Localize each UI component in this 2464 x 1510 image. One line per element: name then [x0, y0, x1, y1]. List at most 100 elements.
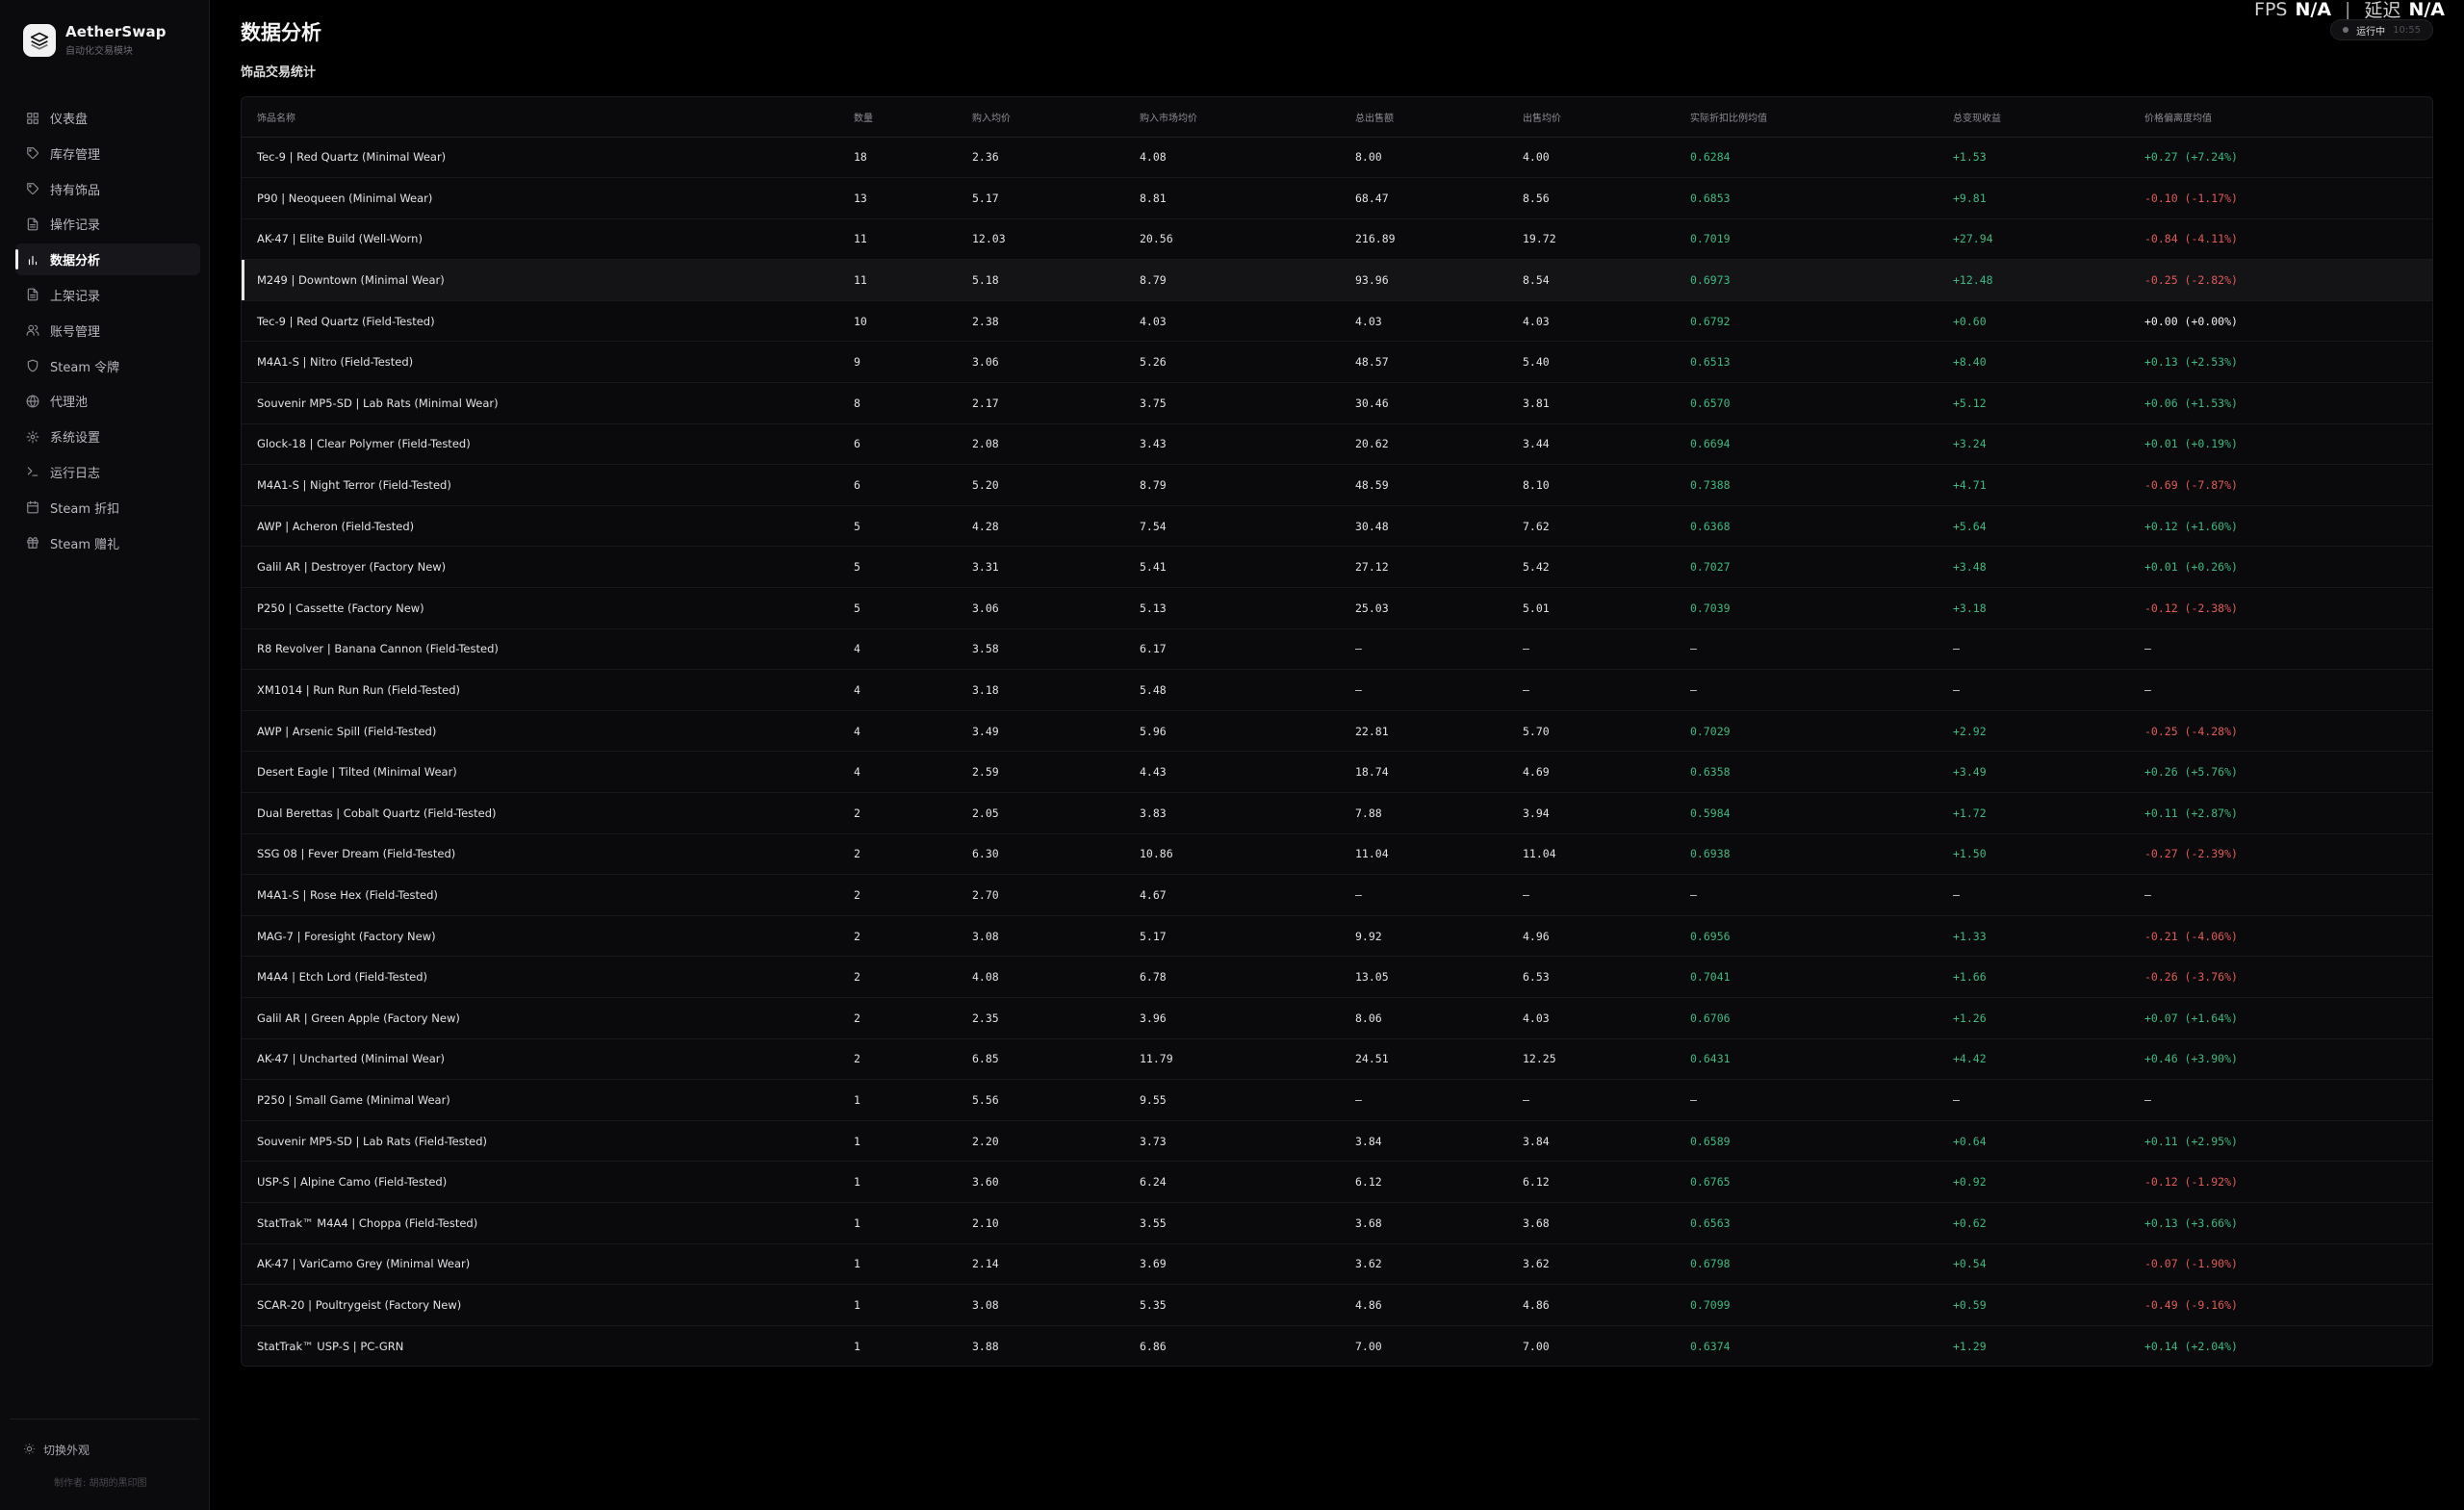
item-name-cell: Galil AR | Destroyer (Factory New): [242, 546, 854, 589]
sidebar-item-12[interactable]: Steam 赠礼: [15, 527, 200, 559]
table-row[interactable]: USP-S | Alpine Camo (Field-Tested) 1 3.60 6…: [242, 1161, 2432, 1203]
table-cell: 0.6563: [1690, 1202, 1953, 1244]
table-cell: +4.71: [1953, 464, 2144, 506]
table-cell: 2.70: [972, 874, 1140, 916]
table-cell: 0.7041: [1690, 956, 1953, 998]
table-cell: 8.81: [1140, 177, 1355, 219]
table-row[interactable]: StatTrak™ M4A4 | Choppa (Field-Tested) 1 2…: [242, 1202, 2432, 1244]
sidebar-item-2[interactable]: 持有饰品: [15, 173, 200, 205]
table-cell: 6.12: [1523, 1161, 1690, 1203]
sidebar-item-11[interactable]: Steam 折扣: [15, 492, 200, 524]
theme-toggle-button[interactable]: 切换外观: [23, 1442, 90, 1458]
table-row[interactable]: Galil AR | Destroyer (Factory New) 5 3.31 5…: [242, 546, 2432, 589]
brand[interactable]: AetherSwap 自动化交易模块: [23, 23, 167, 57]
sidebar-item-9[interactable]: 系统设置: [15, 421, 200, 452]
column-header[interactable]: 购入均价: [972, 97, 1140, 138]
table-cell: —: [1523, 874, 1690, 916]
table-row[interactable]: Souvenir MP5-SD | Lab Rats (Field-Tested…: [242, 1120, 2432, 1163]
table-row[interactable]: Tec-9 | Red Quartz (Minimal Wear) 18 2.36 4…: [242, 137, 2432, 179]
column-header[interactable]: 出售均价: [1523, 97, 1690, 138]
table-row[interactable]: AWP | Acheron (Field-Tested) 5 4.28 7.54 30.…: [242, 505, 2432, 548]
column-header[interactable]: 总出售额: [1355, 97, 1523, 138]
table-cell: 3.83: [1140, 792, 1355, 834]
column-header[interactable]: 价格偏离度均值: [2144, 97, 2432, 138]
sidebar-item-0[interactable]: 仪表盘: [15, 102, 200, 134]
sidebar-item-3[interactable]: 操作记录: [15, 208, 200, 240]
sidebar-item-8[interactable]: 代理池: [15, 385, 200, 417]
item-name-cell: StatTrak™ M4A4 | Choppa (Field-Tested): [242, 1202, 854, 1244]
sidebar-item-10[interactable]: 运行日志: [15, 456, 200, 488]
table-row[interactable]: M4A1-S | Night Terror (Field-Tested) 6 5.2…: [242, 464, 2432, 506]
column-header[interactable]: 实际折扣比例均值: [1690, 97, 1953, 138]
dashboard-icon: [25, 111, 40, 126]
stats-table-container[interactable]: 饰品名称 数量 购入均价 购入市场均价 总出售额 出售均价 实际折扣比例均值 总变现收益 价格偏…: [241, 96, 2433, 1367]
table-row[interactable]: M249 | Downtown (Minimal Wear) 11 5.18 8.79…: [242, 259, 2432, 301]
sidebar-item-label: 操作记录: [50, 218, 101, 234]
table-cell: 2: [854, 915, 972, 958]
table-row[interactable]: AK-47 | Uncharted (Minimal Wear) 2 6.85 11.…: [242, 1038, 2432, 1081]
table-row[interactable]: P250 | Small Game (Minimal Wear) 1 5.56 9.5…: [242, 1079, 2432, 1121]
tag-icon: [25, 181, 40, 196]
sidebar-item-7[interactable]: Steam 令牌: [15, 350, 200, 382]
column-header[interactable]: 饰品名称: [242, 97, 854, 138]
table-cell: 0.6938: [1690, 833, 1953, 876]
table-row[interactable]: SCAR-20 | Poultrygeist (Factory New) 1 3.0…: [242, 1284, 2432, 1326]
table-cell: +5.12: [1953, 382, 2144, 424]
table-row[interactable]: StatTrak™ USP-S | PC-GRN 1 3.88 6.86 7.00 7.0…: [242, 1325, 2432, 1366]
table-cell: 1: [854, 1079, 972, 1121]
table-cell: 48.57: [1355, 341, 1523, 384]
table-cell: 5.41: [1140, 546, 1355, 589]
sidebar-item-4[interactable]: 数据分析: [15, 243, 200, 276]
table-row[interactable]: Dual Berettas | Cobalt Quartz (Field-Tes…: [242, 792, 2432, 834]
table-row[interactable]: AK-47 | Elite Build (Well-Worn) 11 12.03 20…: [242, 218, 2432, 261]
table-cell: —: [2144, 669, 2432, 711]
table-cell: 4.03: [1523, 997, 1690, 1039]
sidebar-item-1[interactable]: 库存管理: [15, 138, 200, 169]
table-cell: 7.62: [1523, 505, 1690, 548]
table-row[interactable]: Souvenir MP5-SD | Lab Rats (Minimal Wear…: [242, 382, 2432, 424]
table-row[interactable]: AWP | Arsenic Spill (Field-Tested) 4 3.49 5…: [242, 710, 2432, 753]
table-row[interactable]: MAG-7 | Foresight (Factory New) 2 3.08 5.17…: [242, 915, 2432, 958]
column-header[interactable]: 数量: [854, 97, 972, 138]
table-cell: 6: [854, 464, 972, 506]
table-row[interactable]: R8 Revolver | Banana Cannon (Field-Teste…: [242, 628, 2432, 671]
sidebar-item-label: 运行日志: [50, 466, 101, 481]
column-header[interactable]: 购入市场均价: [1140, 97, 1355, 138]
table-row[interactable]: AK-47 | VariCamo Grey (Minimal Wear) 1 2.1…: [242, 1243, 2432, 1286]
table-row[interactable]: Desert Eagle | Tilted (Minimal Wear) 4 2.5…: [242, 751, 2432, 793]
layers-logo-icon: [23, 23, 56, 57]
table-cell: +0.12 (+1.60%): [2144, 505, 2432, 548]
table-row[interactable]: SSG 08 | Fever Dream (Field-Tested) 2 6.30…: [242, 833, 2432, 876]
table-cell: 6.12: [1355, 1161, 1523, 1203]
table-row[interactable]: M4A1-S | Rose Hex (Field-Tested) 2 2.70 4.6…: [242, 874, 2432, 916]
table-row[interactable]: Galil AR | Green Apple (Factory New) 2 2.3…: [242, 997, 2432, 1039]
table-cell: +0.60: [1953, 300, 2144, 343]
gift-icon: [25, 535, 40, 550]
table-cell: —: [2144, 874, 2432, 916]
table-row[interactable]: Glock-18 | Clear Polymer (Field-Tested) 6…: [242, 423, 2432, 466]
table-cell: 2: [854, 874, 972, 916]
table-cell: 6.78: [1140, 956, 1355, 998]
table-cell: 3.58: [972, 628, 1140, 671]
table-cell: 11.04: [1523, 833, 1690, 876]
column-header[interactable]: 总变现收益: [1953, 97, 2144, 138]
page-title: 数据分析: [241, 21, 321, 44]
table-row[interactable]: Tec-9 | Red Quartz (Field-Tested) 10 2.38 4…: [242, 300, 2432, 343]
table-cell: +3.24: [1953, 423, 2144, 466]
gear-icon: [25, 429, 40, 445]
table-cell: 0.6513: [1690, 341, 1953, 384]
table-row[interactable]: P250 | Cassette (Factory New) 5 3.06 5.13 25…: [242, 587, 2432, 629]
table-row[interactable]: XM1014 | Run Run Run (Field-Tested) 4 3.18…: [242, 669, 2432, 711]
table-cell: -0.25 (-2.82%): [2144, 259, 2432, 301]
table-cell: +0.64: [1953, 1120, 2144, 1163]
sidebar-item-5[interactable]: 上架记录: [15, 279, 200, 311]
table-cell: 3.06: [972, 341, 1140, 384]
sidebar-item-6[interactable]: 账号管理: [15, 315, 200, 346]
status-text: 运行中: [2356, 26, 2386, 38]
table-row[interactable]: M4A4 | Etch Lord (Field-Tested) 2 4.08 6.78…: [242, 956, 2432, 998]
shield-icon: [25, 358, 40, 373]
table-cell: 5.13: [1140, 587, 1355, 629]
table-row[interactable]: M4A1-S | Nitro (Field-Tested) 9 3.06 5.26 48…: [242, 341, 2432, 384]
table-cell: 3.88: [972, 1325, 1140, 1366]
table-row[interactable]: P90 | Neoqueen (Minimal Wear) 13 5.17 8.81 6…: [242, 177, 2432, 219]
